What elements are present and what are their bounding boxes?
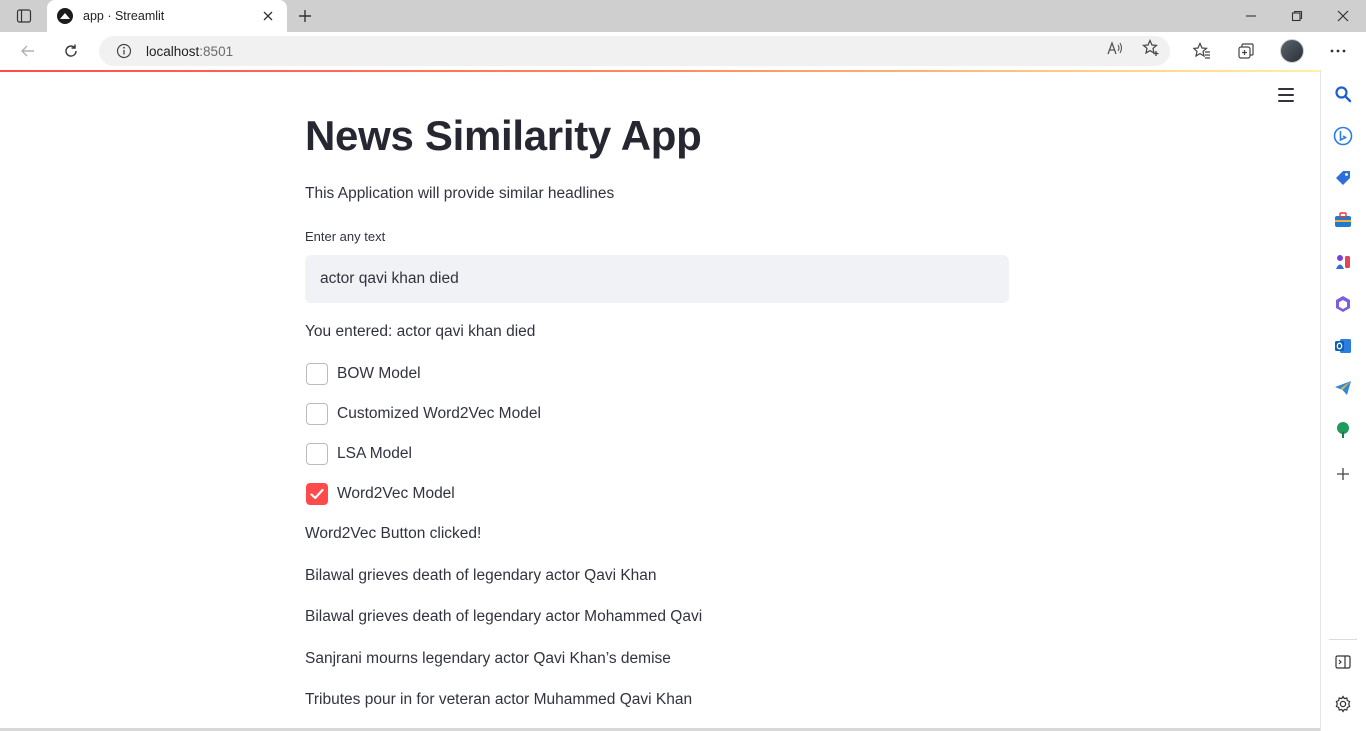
checkbox-box[interactable] [306, 443, 328, 465]
edge-sidebar [1320, 70, 1366, 731]
restore-icon[interactable] [1274, 0, 1320, 32]
games-icon[interactable] [1332, 251, 1354, 273]
checkbox-label: Customized Word2Vec Model [337, 405, 541, 422]
checkbox-box[interactable] [306, 363, 328, 385]
result-headline: Bilawal grieves death of legendary actor… [305, 608, 703, 625]
back-arrow-icon[interactable] [14, 37, 42, 65]
checkbox-bow-model[interactable]: BOW Model [305, 362, 421, 386]
minimize-icon[interactable] [1228, 0, 1274, 32]
checkbox-word2vec-model[interactable]: Word2Vec Model [305, 482, 455, 506]
tree-icon[interactable] [1332, 419, 1354, 441]
checkbox-customized-word2vec-model[interactable]: Customized Word2Vec Model [305, 402, 541, 426]
checkbox-lsa-model[interactable]: LSA Model [305, 442, 412, 466]
tab-actions-icon[interactable] [8, 5, 40, 27]
outlook-icon[interactable] [1332, 335, 1354, 357]
checkbox-label: Word2Vec Model [337, 485, 455, 502]
profile-avatar[interactable] [1280, 39, 1304, 63]
checkbox-box[interactable] [306, 403, 328, 425]
main-menu-icon[interactable] [1276, 86, 1296, 104]
checkbox-label: LSA Model [337, 445, 412, 462]
microsoft-365-icon[interactable] [1332, 293, 1354, 315]
bing-chat-icon[interactable] [1332, 125, 1354, 147]
search-text-input[interactable] [305, 255, 1009, 303]
tab-title: app · Streamlit [83, 9, 165, 23]
status-message: Word2Vec Button clicked! [305, 525, 482, 542]
telegram-send-icon[interactable] [1332, 377, 1354, 399]
address-bar[interactable]: localhost:8501 [99, 36, 1170, 66]
url-text: localhost:8501 [146, 43, 234, 59]
settings-gear-icon[interactable] [1332, 693, 1354, 715]
browser-tab-bar: app · Streamlit [0, 0, 1366, 32]
result-headline: Bilawal grieves death of legendary actor… [305, 567, 657, 584]
read-aloud-icon[interactable] [1104, 37, 1126, 59]
shopping-tag-icon[interactable] [1332, 167, 1354, 189]
checkmark-icon [310, 488, 324, 500]
text-input-label: Enter any text [305, 229, 386, 244]
site-info-icon[interactable] [116, 43, 132, 59]
streamlit-header-decoration [0, 70, 1320, 72]
add-favorite-icon[interactable] [1140, 37, 1162, 59]
tab-close-icon[interactable] [259, 7, 277, 25]
hide-sidebar-icon[interactable] [1332, 651, 1354, 673]
app-description: This Application will provide similar he… [305, 185, 615, 202]
page-title: News Similarity App [305, 112, 702, 159]
tools-briefcase-icon[interactable] [1332, 209, 1354, 231]
collections-icon[interactable] [1232, 37, 1260, 65]
more-options-icon[interactable] [1324, 37, 1352, 65]
browser-toolbar: localhost:8501 [0, 32, 1366, 70]
new-tab-icon[interactable] [294, 5, 316, 27]
result-headline: Sanjrani mourns legendary actor Qavi Kha… [305, 650, 671, 667]
search-icon[interactable] [1332, 83, 1354, 105]
streamlit-favicon-icon [57, 8, 73, 24]
entered-text-echo: You entered: actor qavi khan died [305, 323, 536, 340]
sidebar-divider [1329, 639, 1357, 640]
add-sidebar-app-icon[interactable] [1332, 463, 1354, 485]
browser-tab-active[interactable]: app · Streamlit [47, 0, 287, 32]
favorites-icon[interactable] [1188, 37, 1216, 65]
refresh-icon[interactable] [57, 37, 85, 65]
checkbox-label: BOW Model [337, 365, 421, 382]
result-headline: Tributes pour in for veteran actor Muham… [305, 691, 693, 708]
checkbox-box-checked[interactable] [306, 483, 328, 505]
close-window-icon[interactable] [1320, 0, 1366, 32]
